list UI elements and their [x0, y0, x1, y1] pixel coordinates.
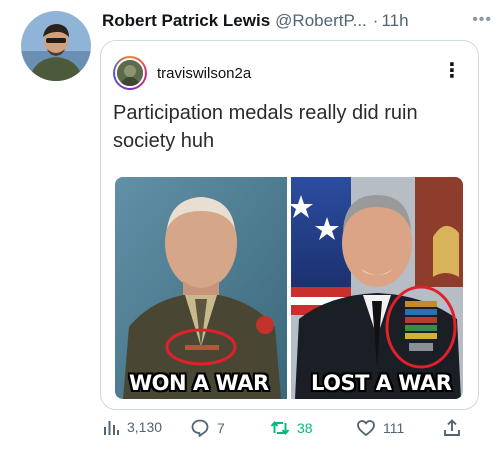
meme-image[interactable]: WON A WAR LOST A WAR [115, 177, 463, 399]
left-portrait [115, 177, 287, 399]
right-portrait [289, 177, 463, 399]
instagram-username[interactable]: traviswilson2a [157, 65, 251, 82]
embedded-post-header: traviswilson2a ⋮ [113, 55, 466, 91]
retweet-icon [270, 421, 290, 435]
meme-right-label: LOST A WAR [311, 371, 452, 395]
reply-icon [191, 419, 209, 437]
retweet-count: 38 [297, 420, 313, 436]
like-button[interactable]: 111 [356, 418, 404, 438]
post-caption: Participation medals really did ruin soc… [113, 102, 418, 152]
separator-dot: · [372, 11, 379, 30]
tweet-header: Robert Patrick Lewis @RobertP... · 11h •… [102, 9, 492, 33]
kebab-menu-icon[interactable]: ⋮ [442, 61, 462, 81]
views-count: 3,130 [127, 419, 163, 435]
share-icon [444, 419, 460, 436]
meme-left-label: WON A WAR [129, 371, 269, 395]
instagram-avatar [115, 58, 145, 88]
heart-icon [357, 420, 375, 436]
views-icon [104, 421, 119, 435]
embedded-post-card[interactable]: traviswilson2a ⋮ Participation medals re… [100, 40, 479, 410]
user-handle[interactable]: @RobertP... [275, 11, 367, 31]
share-button[interactable] [442, 418, 469, 438]
reply-count: 7 [217, 420, 225, 436]
instagram-avatar-ring[interactable] [113, 56, 147, 90]
display-name[interactable]: Robert Patrick Lewis [102, 11, 270, 31]
more-horizontal-icon[interactable]: ••• [472, 11, 492, 29]
timestamp[interactable]: 11h [381, 11, 408, 31]
author-avatar[interactable] [21, 11, 91, 81]
like-count: 111 [383, 420, 405, 436]
tweet-action-bar: 3,130 7 38 111 [100, 414, 480, 444]
reply-button[interactable]: 7 [190, 418, 225, 438]
views-button[interactable]: 3,130 [102, 418, 162, 436]
retweet-button[interactable]: 38 [270, 418, 313, 438]
